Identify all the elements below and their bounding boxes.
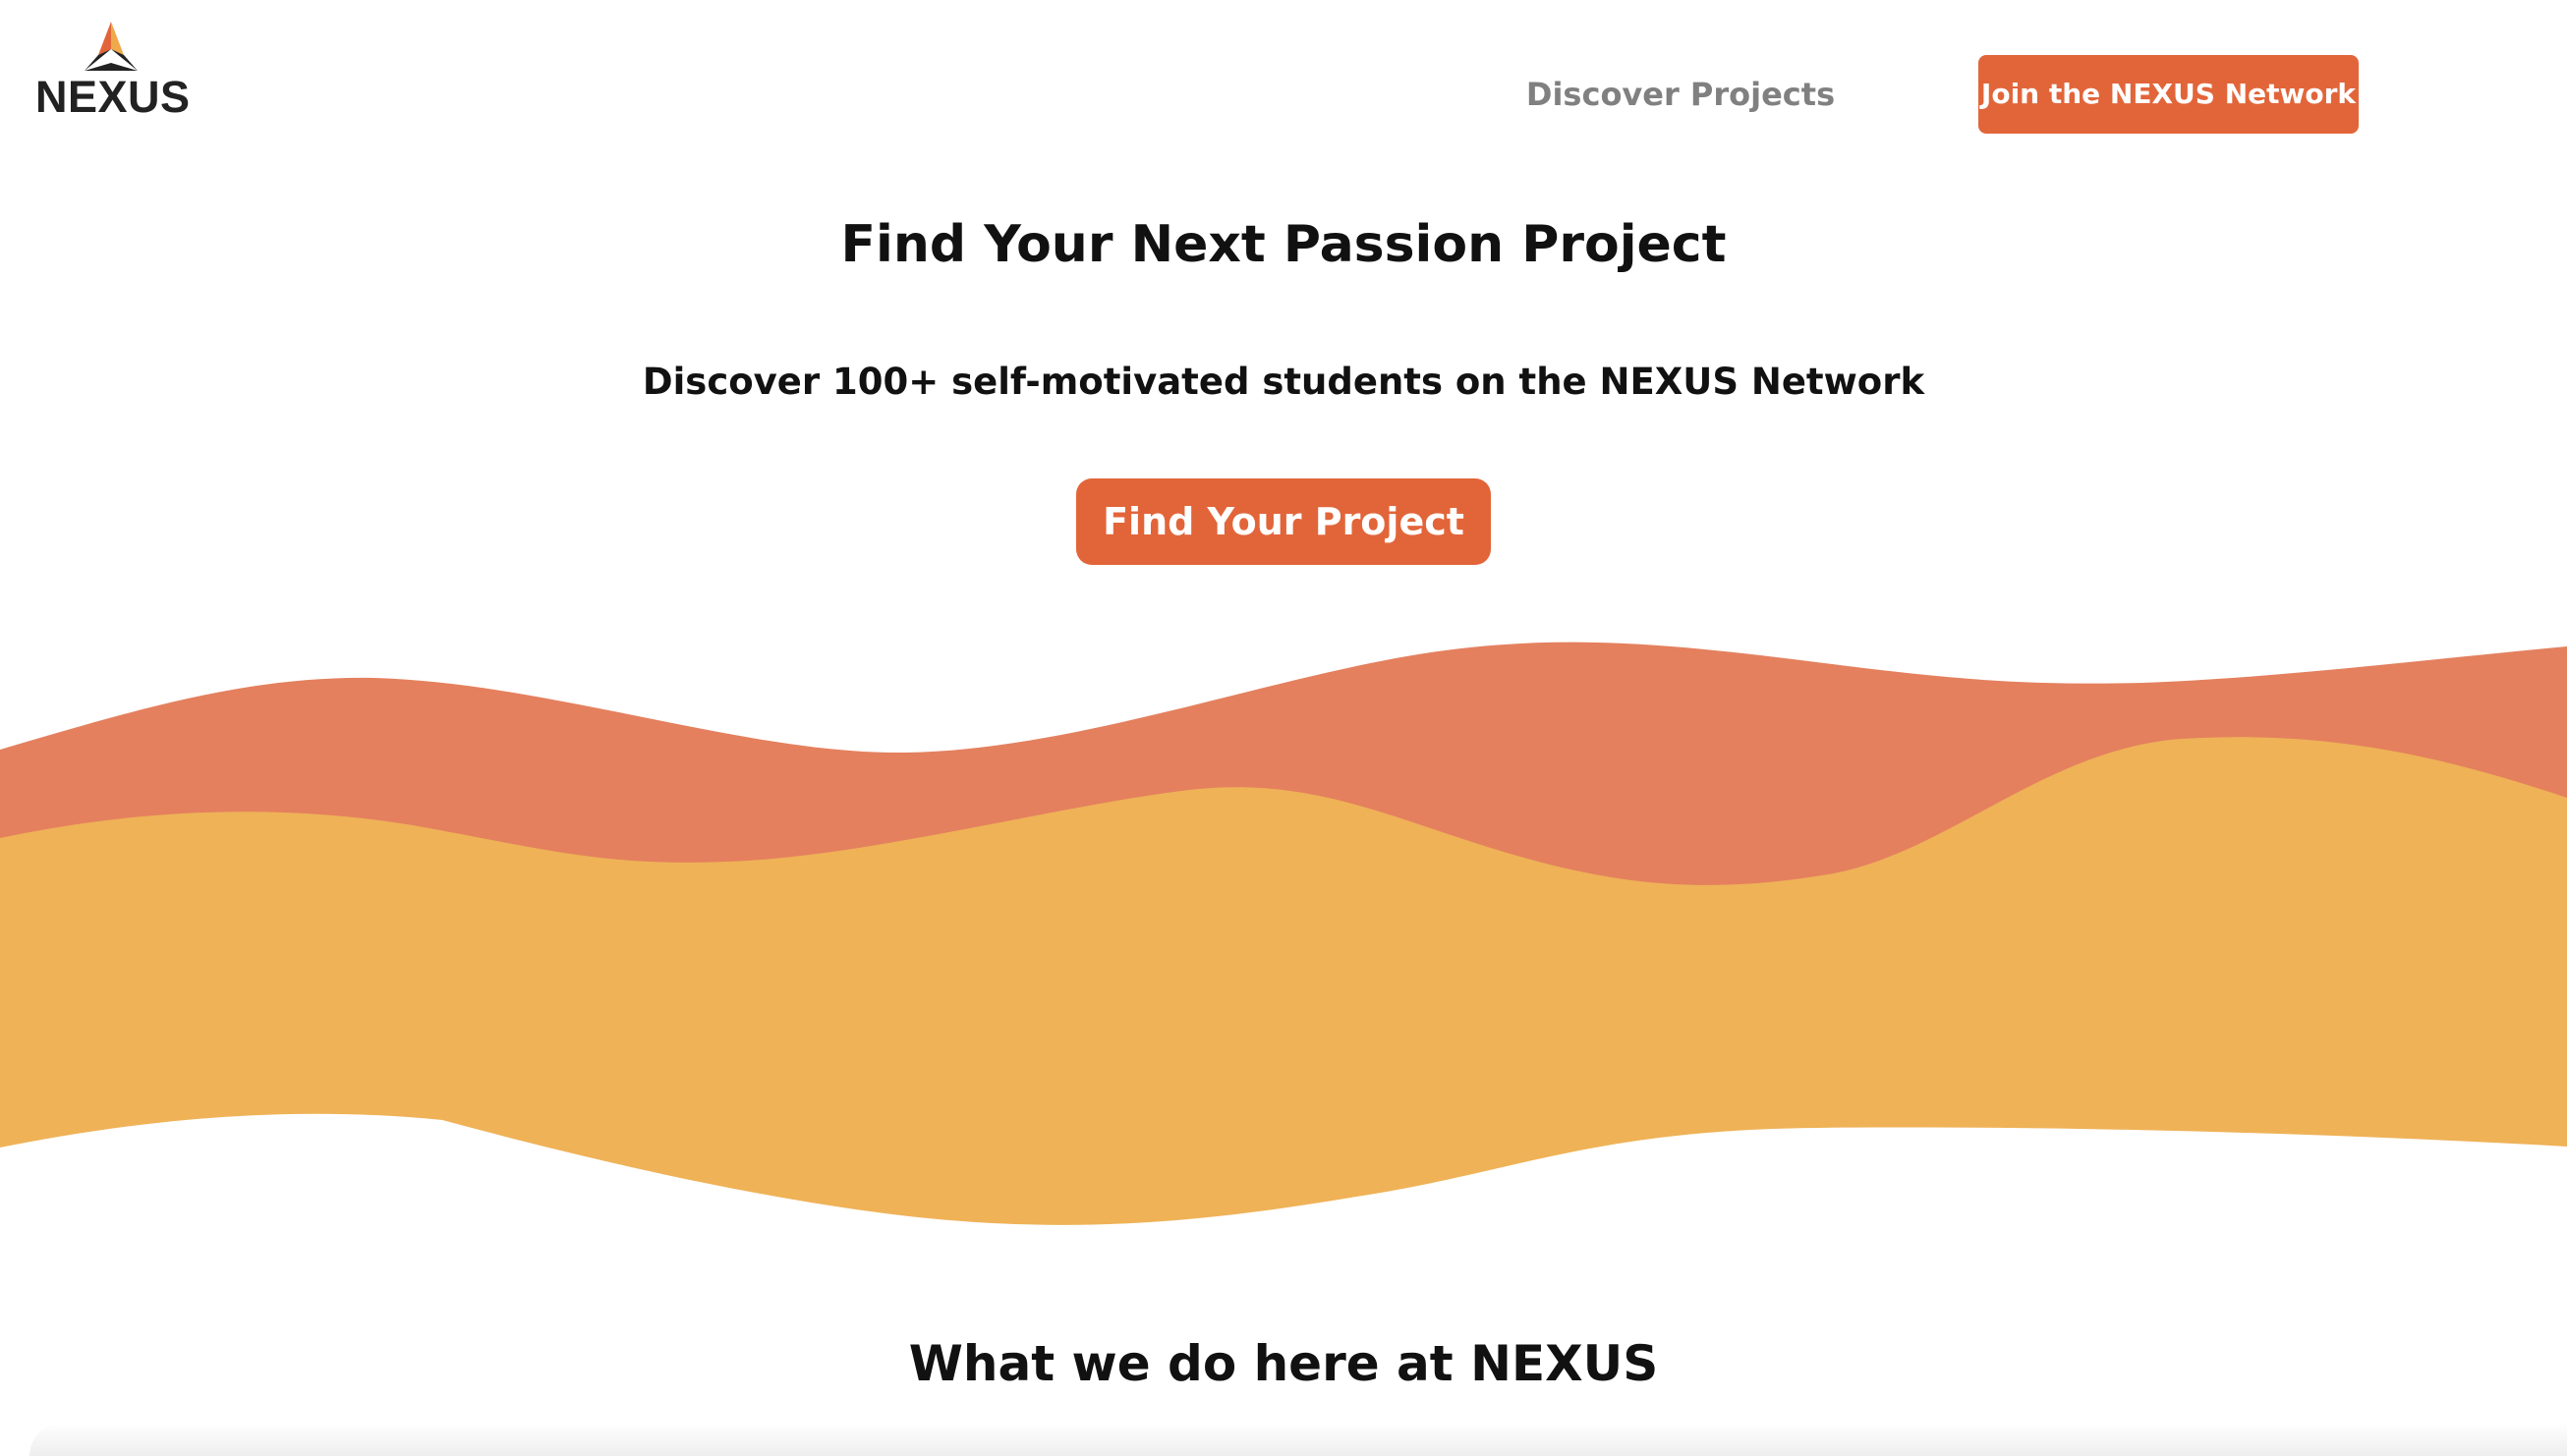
decorative-waves: [0, 642, 2567, 1225]
discover-projects-link[interactable]: Discover Projects: [1425, 69, 1936, 120]
logo-wordmark: NEXUS: [35, 72, 191, 122]
join-network-button[interactable]: Join the NEXUS Network: [1978, 55, 2359, 134]
hero-title: Find Your Next Passion Project: [840, 215, 1727, 274]
nexus-logo[interactable]: NEXUS: [35, 20, 193, 122]
hero-subtitle: Discover 100+ self-motivated students on…: [642, 361, 1925, 403]
section-heading: What we do here at NEXUS: [908, 1335, 1659, 1392]
content-card-edge: [29, 1423, 2567, 1456]
triangle-logo-icon: [85, 22, 138, 71]
find-your-project-button[interactable]: Find Your Project: [1076, 478, 1491, 565]
